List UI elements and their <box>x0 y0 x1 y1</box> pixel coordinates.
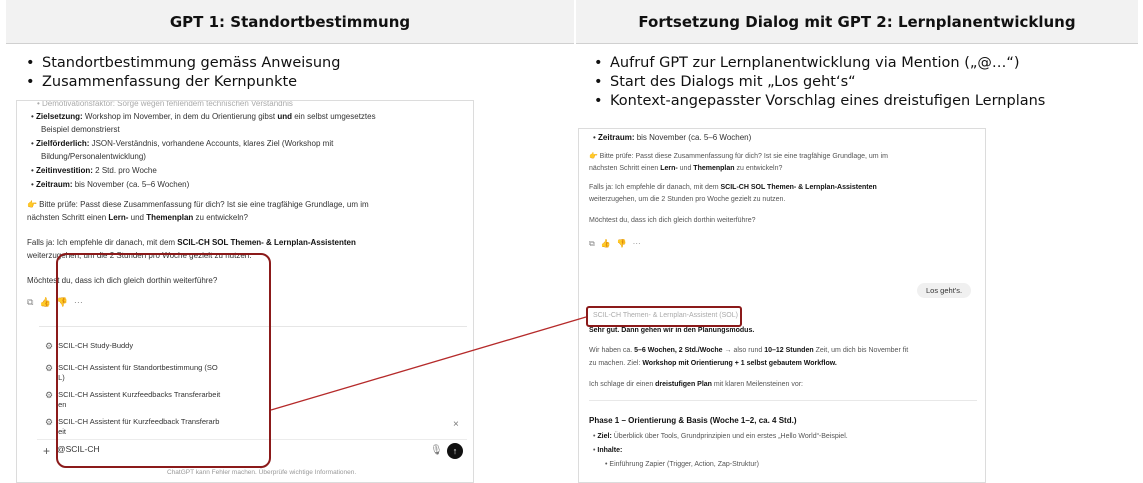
connector-line <box>270 316 587 411</box>
connector-line-segment <box>270 316 587 411</box>
